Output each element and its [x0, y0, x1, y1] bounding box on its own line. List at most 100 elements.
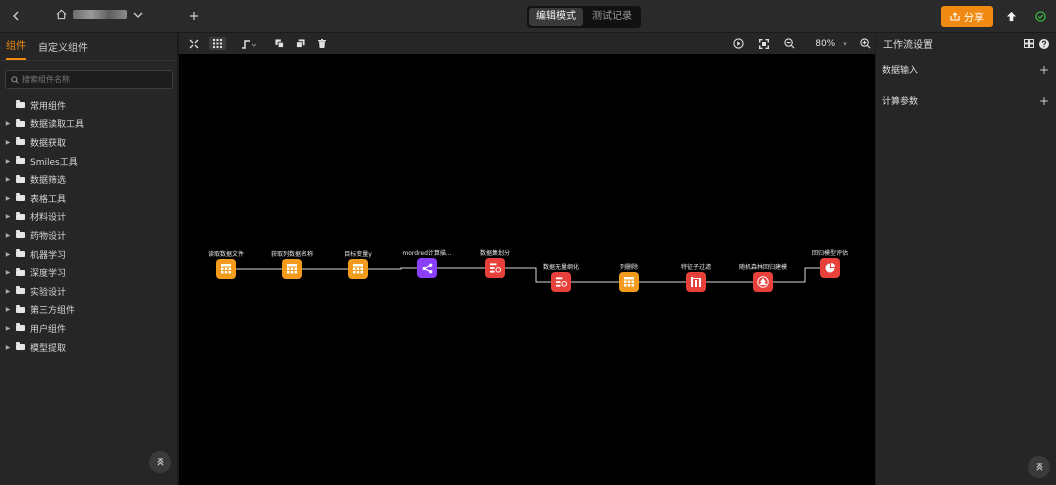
- section-label: 计算参数: [882, 97, 919, 107]
- add-icon[interactable]: +: [1039, 94, 1049, 108]
- trash-icon: [318, 39, 326, 48]
- component-search-input[interactable]: 搜索组件名称: [5, 70, 173, 89]
- project-selector[interactable]: [56, 9, 143, 20]
- table-icon: [624, 277, 634, 287]
- workflow-node[interactable]: [348, 259, 368, 279]
- tree-item[interactable]: ▶ 实验设计: [0, 282, 178, 301]
- grid-icon: [213, 39, 222, 48]
- workflow-node[interactable]: [417, 258, 437, 278]
- caret-right-icon[interactable]: ▶: [3, 139, 13, 146]
- tab-custom-components[interactable]: 自定义组件: [38, 39, 88, 60]
- caret-right-icon[interactable]: ▶: [3, 120, 13, 127]
- folder-icon: [16, 230, 25, 239]
- tree-item[interactable]: ▶ 表格工具: [0, 189, 178, 208]
- workflow-node[interactable]: [619, 272, 639, 292]
- layout-icon[interactable]: [1024, 39, 1034, 48]
- zoom-in-button[interactable]: [858, 37, 872, 50]
- folder-icon: [16, 100, 25, 109]
- tree-item-label: 用户组件: [30, 324, 67, 335]
- tree-item[interactable]: ▶ 数据读取工具: [0, 115, 178, 134]
- publish-button[interactable]: [1004, 8, 1018, 24]
- caret-right-icon[interactable]: ▶: [3, 213, 13, 220]
- workflow-node-label: 回归模型评估: [811, 250, 849, 257]
- caret-right-icon[interactable]: ▶: [3, 176, 13, 183]
- top-bar: 编辑模式 测试记录 分享: [0, 0, 1056, 33]
- caret-right-icon[interactable]: ▶: [3, 269, 13, 276]
- add-icon[interactable]: +: [1039, 63, 1049, 77]
- caret-right-icon[interactable]: ▶: [3, 158, 13, 165]
- tree-item-label: Smiles工具: [30, 157, 78, 168]
- paste-icon: [295, 39, 305, 48]
- workflow-node-label: 目标变量y: [344, 251, 372, 258]
- component-tabs: 组件 自定义组件: [0, 33, 177, 61]
- add-tab-button[interactable]: [187, 9, 201, 23]
- double-chevron-up-icon: [1035, 462, 1043, 471]
- fit-view-button[interactable]: [188, 37, 200, 50]
- caret-right-icon[interactable]: ▶: [3, 288, 13, 295]
- tree-item[interactable]: ▶ 机器学习: [0, 245, 178, 264]
- tab-components[interactable]: 组件: [6, 37, 26, 60]
- collapse-left-button[interactable]: [149, 451, 171, 473]
- split-icon: [489, 263, 501, 273]
- workflow-node[interactable]: [753, 272, 773, 292]
- caret-right-icon[interactable]: ▶: [3, 251, 13, 258]
- mode-edit[interactable]: 编辑模式: [529, 8, 583, 26]
- collapse-right-button[interactable]: [1028, 456, 1050, 478]
- mode-test-records[interactable]: 测试记录: [585, 8, 639, 26]
- workflow-node-label: 读取数据文件: [207, 251, 245, 258]
- section-calc-params[interactable]: 计算参数 +: [876, 85, 1056, 116]
- tree-item-label: 数据读取工具: [30, 120, 85, 131]
- paste-button[interactable]: [294, 37, 306, 50]
- plus-icon: [190, 12, 198, 20]
- zoom-out-button[interactable]: [782, 37, 796, 50]
- folder-icon: [16, 211, 25, 220]
- folder-icon: [16, 304, 25, 313]
- run-button[interactable]: [731, 37, 745, 50]
- tree-item[interactable]: ▶ 模型提取: [0, 338, 178, 357]
- tree-item-label: 药物设计: [30, 231, 67, 242]
- workflow-node[interactable]: [485, 258, 505, 278]
- workflow-edge[interactable]: [368, 267, 417, 270]
- grid-toggle-button[interactable]: [209, 37, 226, 50]
- tree-item[interactable]: 常用组件: [0, 96, 178, 115]
- component-panel: 组件 自定义组件 搜索组件名称 常用组件 ▶ 数据读取工具 ▶ 数据获取 ▶ Smiles工…: [0, 33, 178, 485]
- table-icon: [287, 264, 297, 274]
- copy-button[interactable]: [273, 37, 285, 50]
- section-data-input[interactable]: 数据输入 +: [876, 54, 1056, 85]
- tree-item[interactable]: ▶ 数据获取: [0, 133, 178, 152]
- filter-bars-icon: [691, 277, 701, 287]
- edge-style-dropdown[interactable]: [238, 37, 260, 50]
- caret-right-icon[interactable]: ▶: [3, 325, 13, 332]
- zoom-level-select[interactable]: 80% ▾: [811, 37, 851, 50]
- tree-item[interactable]: ▶ 数据筛选: [0, 170, 178, 189]
- tree-item-label: 数据筛选: [30, 176, 67, 187]
- back-icon[interactable]: [9, 9, 23, 23]
- tree-item[interactable]: ▶ 第三方组件: [0, 301, 178, 320]
- workflow-node[interactable]: [820, 258, 840, 278]
- delete-button[interactable]: [316, 37, 328, 50]
- folder-icon: [16, 118, 25, 127]
- tree-item[interactable]: ▶ 药物设计: [0, 226, 178, 245]
- caret-right-icon[interactable]: ▶: [3, 232, 13, 239]
- help-icon[interactable]: [1039, 38, 1049, 49]
- folder-icon: [16, 156, 25, 165]
- tree-item[interactable]: ▶ 深度学习: [0, 263, 178, 282]
- fullscreen-button[interactable]: [757, 37, 771, 50]
- caret-right-icon[interactable]: ▶: [3, 344, 13, 351]
- tree-item[interactable]: ▶ Smiles工具: [0, 152, 178, 171]
- workflow-canvas[interactable]: 读取数据文件 获取列数据名称 目标变量y mordred计算描... 数据集划分 数据无量…: [179, 54, 875, 485]
- workflow-node[interactable]: [551, 272, 571, 292]
- workflow-node[interactable]: [686, 272, 706, 292]
- caret-right-icon[interactable]: ▶: [3, 306, 13, 313]
- share-icon: [950, 12, 960, 21]
- search-placeholder: 搜索组件名称: [22, 75, 70, 84]
- share-button[interactable]: 分享: [941, 6, 993, 27]
- settings-title: 工作流设置: [883, 40, 933, 51]
- workflow-node[interactable]: [282, 259, 302, 279]
- tree-item-label: 材料设计: [30, 213, 67, 224]
- workflow-node[interactable]: [216, 259, 236, 279]
- tree-item[interactable]: ▶ 材料设计: [0, 208, 178, 227]
- copy-icon: [274, 39, 284, 48]
- tree-item[interactable]: ▶ 用户组件: [0, 319, 178, 338]
- caret-right-icon[interactable]: ▶: [3, 195, 13, 202]
